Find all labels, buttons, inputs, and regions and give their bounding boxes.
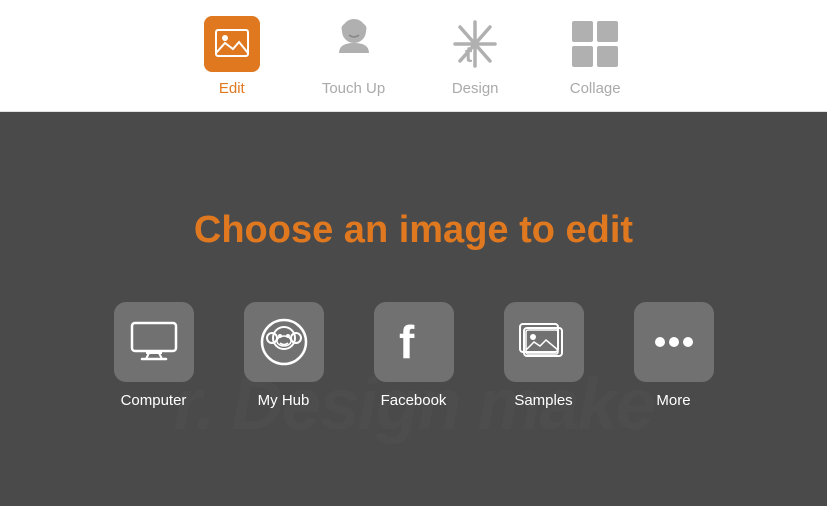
svg-text:t: t <box>465 42 473 67</box>
source-item-samples[interactable]: Samples <box>499 302 589 409</box>
facebook-icon: f <box>388 316 440 368</box>
edit-icon-wrap <box>202 14 262 74</box>
source-label-more: More <box>656 392 690 409</box>
source-label-myhub: My Hub <box>258 392 310 409</box>
svg-text:f: f <box>399 316 415 368</box>
top-navigation: Edit Touch Up <box>0 0 827 112</box>
source-item-computer[interactable]: Computer <box>109 302 199 409</box>
collage-icon-wrap <box>565 14 625 74</box>
source-item-facebook[interactable]: f Facebook <box>369 302 459 409</box>
choose-title: Choose an image to edit <box>194 209 633 252</box>
edit-icon <box>204 16 260 72</box>
nav-label-design: Design <box>452 80 499 97</box>
samples-icon <box>518 320 570 364</box>
source-label-computer: Computer <box>121 392 187 409</box>
nav-item-collage[interactable]: Collage <box>565 14 625 97</box>
nav-label-edit: Edit <box>219 80 245 97</box>
touchup-icon <box>326 16 382 72</box>
nav-item-edit[interactable]: Edit <box>202 14 262 97</box>
samples-icon-wrap <box>504 302 584 382</box>
nav-item-touchup[interactable]: Touch Up <box>322 14 385 97</box>
nav-label-touchup: Touch Up <box>322 80 385 97</box>
main-content: r. Design make Choose an image to edit C… <box>0 112 827 506</box>
touchup-icon-wrap <box>324 14 384 74</box>
facebook-icon-wrap: f <box>374 302 454 382</box>
more-icon-wrap <box>634 302 714 382</box>
design-icon-wrap: t <box>445 14 505 74</box>
nav-item-design[interactable]: t Design <box>445 14 505 97</box>
myhub-icon-wrap <box>244 302 324 382</box>
nav-label-collage: Collage <box>570 80 621 97</box>
source-row: Computer <box>109 302 719 409</box>
source-item-myhub[interactable]: My Hub <box>239 302 329 409</box>
myhub-icon <box>258 316 310 368</box>
more-icon <box>648 316 700 368</box>
collage-icon <box>567 16 623 72</box>
design-icon: t <box>447 16 503 72</box>
computer-icon-wrap <box>114 302 194 382</box>
computer-icon <box>128 321 180 363</box>
source-label-facebook: Facebook <box>381 392 447 409</box>
source-label-samples: Samples <box>514 392 572 409</box>
source-item-more[interactable]: More <box>629 302 719 409</box>
